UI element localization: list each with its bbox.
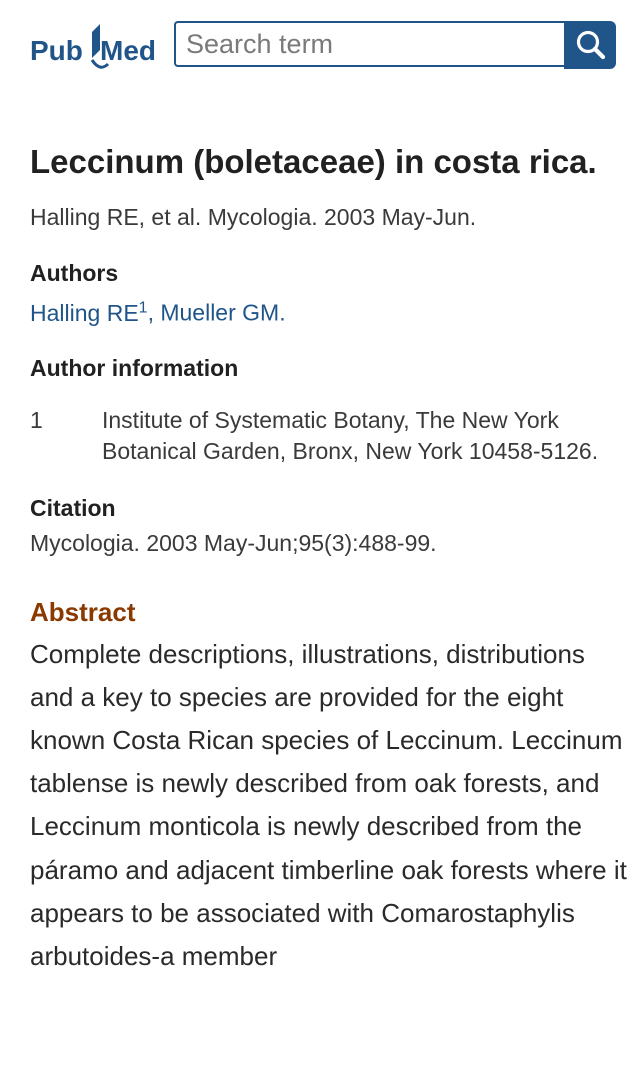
author-info-heading[interactable]: Author information bbox=[30, 353, 620, 383]
pubmed-article-page: Pub Med Leccinum (boletaceae) in costa r… bbox=[0, 0, 640, 1087]
logo-text-med: Med bbox=[100, 35, 156, 66]
header: Pub Med bbox=[0, 0, 640, 96]
abstract-text: Complete descriptions, illustrations, di… bbox=[30, 638, 627, 972]
affiliation-item: 1 Institute of Systematic Botany, The Ne… bbox=[30, 405, 620, 467]
author-link-mueller[interactable]: Mueller GM bbox=[160, 300, 279, 326]
article-content: Leccinum (boletaceae) in costa rica. Hal… bbox=[30, 140, 627, 978]
affiliation-text: Institute of Systematic Botany, The New … bbox=[102, 406, 599, 464]
abstract-heading: Abstract bbox=[30, 596, 136, 627]
affiliation-marker: 1 bbox=[138, 299, 148, 316]
article-title: Leccinum (boletaceae) in costa rica. bbox=[30, 143, 597, 180]
citation-text: Mycologia. 2003 May-Jun;95(3):488-99. bbox=[30, 529, 437, 556]
magnifier-icon bbox=[576, 30, 606, 60]
search-button[interactable] bbox=[564, 21, 616, 69]
short-citation: Halling RE, et al. Mycologia. 2003 May-J… bbox=[30, 204, 477, 230]
authors-heading: Authors bbox=[30, 260, 119, 286]
logo-bookmark-icon bbox=[92, 24, 100, 58]
author-separator: , bbox=[147, 299, 161, 326]
author-name: Mueller GM bbox=[160, 299, 280, 326]
logo-text-pub: Pub bbox=[30, 35, 83, 66]
authors-list: Halling RE1, Mueller GM. bbox=[30, 292, 620, 329]
authors-end-punct: . bbox=[279, 299, 286, 326]
affiliation-number: 1 bbox=[30, 406, 43, 433]
search-input[interactable] bbox=[174, 21, 564, 67]
pubmed-logo[interactable]: Pub Med bbox=[30, 20, 170, 72]
citation-heading: Citation bbox=[30, 494, 116, 521]
author-name: Halling RE bbox=[30, 299, 139, 326]
author-link-halling[interactable]: Halling RE1 bbox=[30, 299, 148, 326]
